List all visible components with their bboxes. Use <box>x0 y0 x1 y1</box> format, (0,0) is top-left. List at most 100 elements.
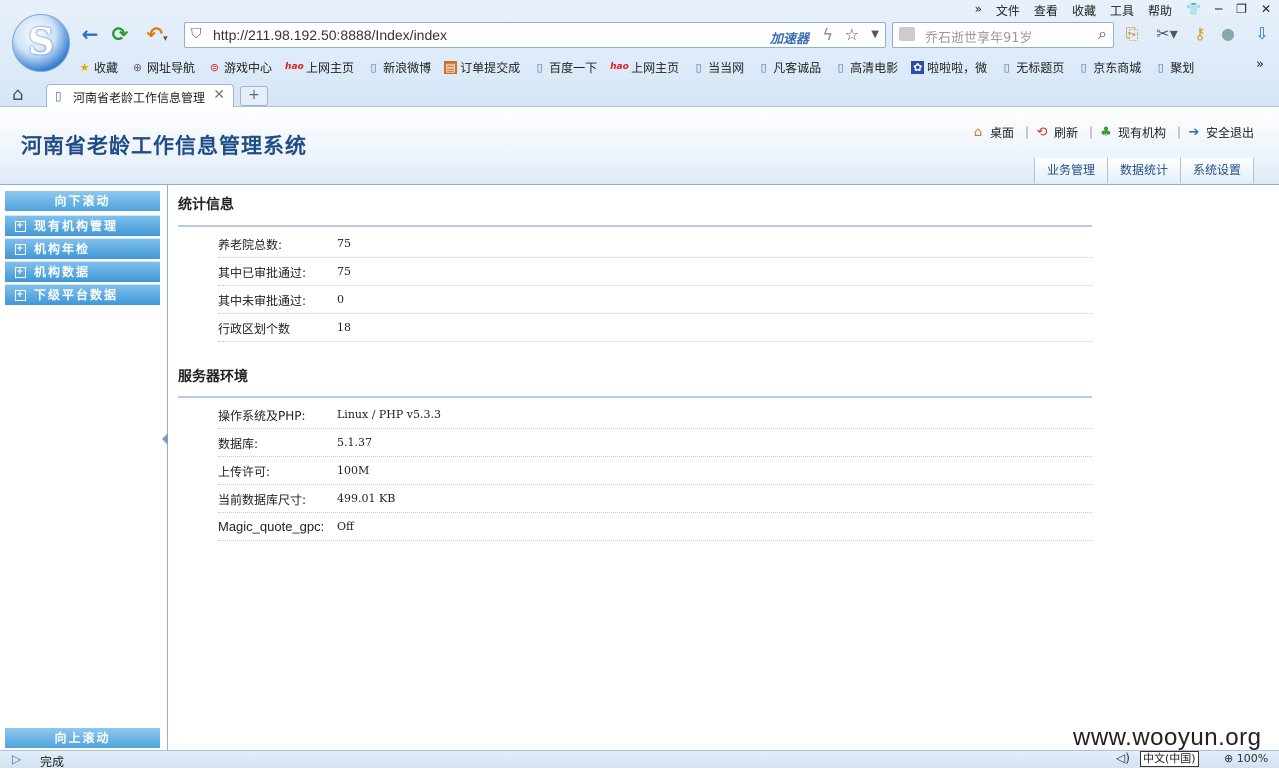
tab-statistics[interactable]: 数据统计 <box>1108 158 1182 183</box>
hao-icon: hao <box>285 61 304 72</box>
fav-item[interactable]: ▯ 京东商城 <box>1077 58 1142 76</box>
ime-indicator[interactable]: 中文(中国) <box>1140 751 1199 767</box>
fav-item[interactable]: ▯ 无标题页 <box>1000 58 1065 76</box>
page-icon: ▯ <box>370 60 377 74</box>
sidebar-item-institution-data[interactable]: + 机构数据 <box>5 261 160 282</box>
main-nav-tabs: 业务管理 数据统计 系统设置 <box>1034 158 1255 183</box>
browser-logo[interactable]: S <box>12 14 70 72</box>
scroll-up-button[interactable]: 向上滚动 <box>5 728 160 748</box>
star-icon: ★ <box>79 60 90 74</box>
fav-item[interactable]: ▯ 百度一下 <box>533 58 598 76</box>
menu-view[interactable]: 查看 <box>1034 2 1058 18</box>
server-section-title: 服务器环境 <box>178 369 248 385</box>
table-row: 其中未审批通过: 0 <box>218 285 1092 314</box>
close-tab-icon[interactable]: ✕ <box>213 87 225 103</box>
menu-help[interactable]: 帮助 <box>1148 2 1172 18</box>
more-tools-icon[interactable]: ● <box>1218 24 1238 44</box>
scissors-icon[interactable]: ✂▾ <box>1150 24 1184 44</box>
new-tab-button[interactable]: + <box>240 86 268 106</box>
refresh-icon: ⟲ <box>1036 124 1048 140</box>
search-icon[interactable]: ⌕ <box>1098 24 1107 44</box>
fav-item[interactable]: hao 上网主页 <box>610 58 679 76</box>
fav-item[interactable]: ▯ 新浪微博 <box>367 58 432 76</box>
menu-file[interactable]: 文件 <box>996 2 1020 18</box>
zoom-level[interactable]: ⊕ 100% <box>1224 752 1268 765</box>
menu-tools[interactable]: 工具 <box>1110 2 1134 18</box>
tab-business[interactable]: 业务管理 <box>1035 158 1109 183</box>
skin-icon[interactable]: 👕 <box>1186 2 1201 18</box>
download-icon[interactable]: ⇩ <box>1252 24 1272 44</box>
order-icon: ▤ <box>444 60 458 74</box>
fav-item[interactable]: ▯ 高清电影 <box>834 58 899 76</box>
fav-item[interactable]: ⊜ 游戏中心 <box>208 58 272 76</box>
status-text: 完成 <box>40 755 65 769</box>
browser-tab-active[interactable]: ▯ 河南省老龄工作信息管理 ✕ <box>46 84 234 107</box>
paw-icon: ✿ <box>911 60 925 74</box>
minimize-icon[interactable]: ─ <box>1215 2 1222 18</box>
address-url[interactable]: http://211.98.192.50:8888/Index/index <box>213 27 447 43</box>
close-window-icon[interactable]: ✕ <box>1261 2 1271 18</box>
table-row: 操作系统及PHP: Linux / PHP v5.3.3 <box>218 400 1092 429</box>
institutions-link[interactable]: ♣ 现有机构 <box>1098 124 1166 141</box>
browser-menu-bar: » 文件 查看 收藏 工具 帮助 👕 ─ ❐ ✕ <box>975 2 1271 18</box>
game-icon: ⊜ <box>209 60 220 74</box>
fav-item[interactable]: ✿ 啦啦啦，微 <box>911 58 987 76</box>
download-tool-icon[interactable]: ⎘ <box>1122 24 1142 44</box>
fav-item[interactable]: ▯ 当当网 <box>692 58 745 76</box>
tab-settings[interactable]: 系统设置 <box>1181 158 1255 183</box>
sidebar-item-annual-inspection[interactable]: + 机构年检 <box>5 238 160 259</box>
expand-icon: + <box>15 244 26 255</box>
home-icon: ⌂ <box>973 124 983 140</box>
status-bar: ▷ 完成 <box>0 750 1279 769</box>
refresh-link[interactable]: ⟲ 刷新 <box>1034 124 1078 141</box>
page-icon: ▯ <box>695 60 702 74</box>
logout-link[interactable]: ➔ 安全退出 <box>1186 124 1254 141</box>
page-icon: ▯ <box>536 60 543 74</box>
table-row: 行政区划个数 18 <box>218 313 1092 342</box>
menu-favorites[interactable]: 收藏 <box>1072 2 1096 18</box>
collapse-sidebar-icon[interactable] <box>162 433 168 445</box>
accelerator-label[interactable]: 加速器 <box>770 28 809 47</box>
favorites-bar: ★ 收藏 ⊕ 网址导航 ⊜ 游戏中心 hao 上网主页 ▯ 新浪微博 ▤ 订单提交成 ▯ 百度… <box>78 58 1207 76</box>
table-row: 数据库: 5.1.37 <box>218 428 1092 457</box>
favorites-more-icon[interactable]: » <box>1256 57 1264 72</box>
dropdown-arrow-icon[interactable]: ▼ <box>871 29 879 40</box>
desktop-link[interactable]: ⌂ 桌面 <box>970 124 1014 141</box>
lightning-icon[interactable]: ϟ <box>822 25 833 44</box>
star-icon[interactable]: ☆ <box>845 25 859 44</box>
logout-arrow-icon: ➔ <box>1188 124 1200 140</box>
key-icon[interactable]: ⚷ <box>1190 24 1210 44</box>
search-input[interactable]: 乔石逝世享年91岁 <box>925 27 1033 46</box>
sidebar-item-institution-management[interactable]: + 现有机构管理 <box>5 215 160 236</box>
play-icon[interactable]: ▷ <box>12 752 21 766</box>
back-arrow-icon[interactable]: ← <box>78 22 102 46</box>
search-engine-icon[interactable] <box>899 27 915 41</box>
fav-item[interactable]: ▯ 凡客诚品 <box>757 58 822 76</box>
page-icon: ▯ <box>1157 60 1164 74</box>
search-box[interactable]: 乔石逝世享年91岁 ⌕ <box>892 22 1114 48</box>
expand-icon: + <box>15 290 26 301</box>
home-icon[interactable]: ⌂ <box>12 84 23 105</box>
speaker-icon[interactable]: ◁) <box>1116 751 1130 765</box>
page-icon: ▯ <box>1003 60 1010 74</box>
fav-item[interactable]: ▯ 聚划 <box>1154 58 1195 76</box>
fav-item[interactable]: hao 上网主页 <box>285 58 354 76</box>
fav-item[interactable]: ▤ 订单提交成 <box>444 58 520 76</box>
undo-close-icon[interactable]: ↶▾ <box>140 22 174 46</box>
table-row: 其中已审批通过: 75 <box>218 257 1092 286</box>
scroll-down-button[interactable]: 向下滚动 <box>5 191 160 211</box>
fav-item[interactable]: ★ 收藏 <box>78 58 118 76</box>
table-row: Magic_quote_gpc: Off <box>218 512 1092 541</box>
expand-icon: + <box>15 267 26 278</box>
page-icon: ▯ <box>55 89 62 103</box>
separator: | <box>1177 125 1182 139</box>
fav-item[interactable]: ⊕ 网址导航 <box>131 58 195 76</box>
refresh-icon[interactable]: ⟳ <box>108 22 132 46</box>
sidebar-item-subplatform-data[interactable]: + 下级平台数据 <box>5 284 160 305</box>
globe-icon: ⊕ <box>132 60 143 74</box>
stats-section-title: 统计信息 <box>178 197 234 213</box>
restore-icon[interactable]: ❐ <box>1236 2 1247 18</box>
address-bar[interactable]: ⛉ http://211.98.192.50:8888/Index/index … <box>184 22 886 48</box>
menu-more-icon[interactable]: » <box>975 2 982 18</box>
table-row: 当前数据库尺寸: 499.01 KB <box>218 484 1092 513</box>
